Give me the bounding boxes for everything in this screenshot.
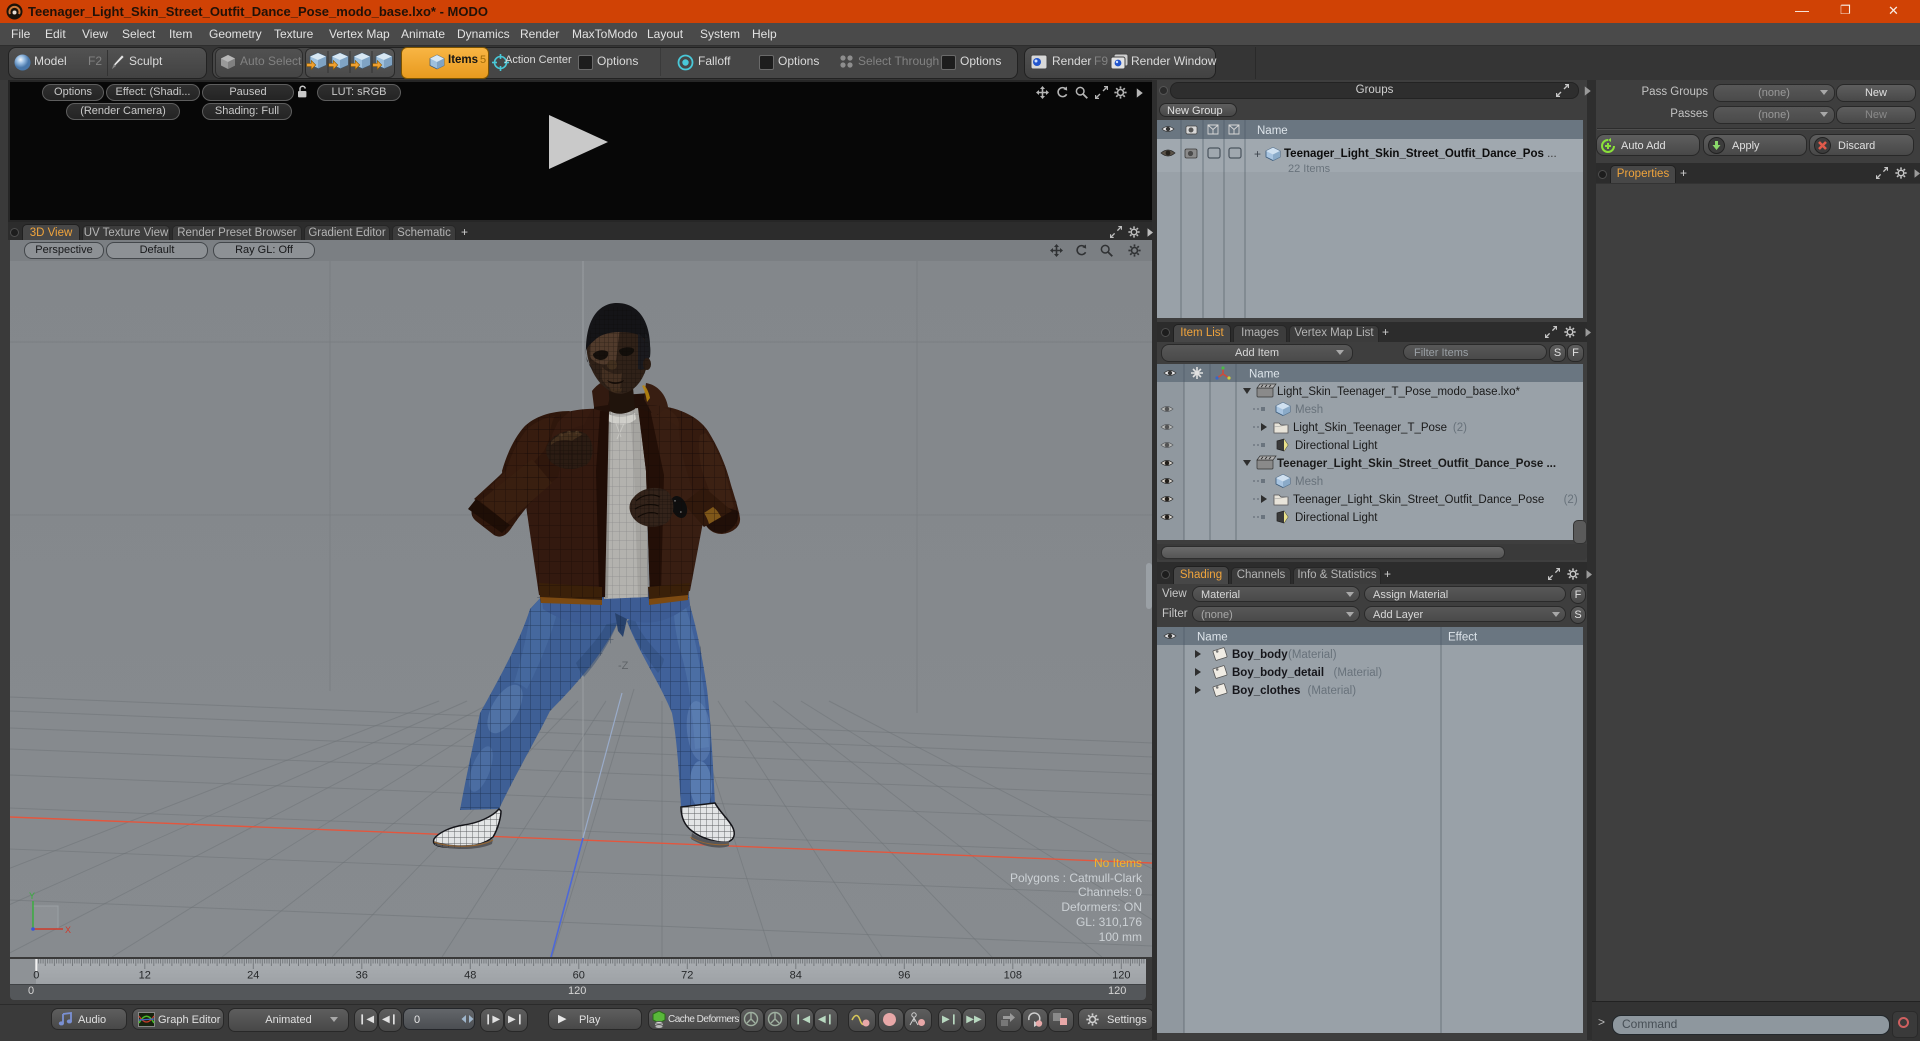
svg-text:Directional Light: Directional Light — [1295, 440, 1378, 452]
svg-text:Light_Skin_Teenager_T_Pose_mod: Light_Skin_Teenager_T_Pose_modo_base.lxo… — [1277, 386, 1520, 398]
svg-text:Light_Skin_Teenager_T_Pose: Light_Skin_Teenager_T_Pose — [1293, 422, 1447, 434]
svg-text:Deformers: ON: Deformers: ON — [1061, 900, 1142, 914]
svg-text:60: 60 — [573, 970, 585, 982]
svg-text:Channels: 0: Channels: 0 — [1078, 885, 1142, 899]
svg-text:Teenager_Light_Skin_Street_Out: Teenager_Light_Skin_Street_Outfit_Dance_… — [1284, 148, 1557, 160]
svg-text:Name: Name — [1257, 125, 1288, 137]
svg-text:72: 72 — [681, 970, 693, 982]
svg-text:Boy_clothes: Boy_clothes — [1232, 685, 1300, 697]
svg-text:-Z: -Z — [618, 660, 629, 672]
svg-text:(2): (2) — [1564, 494, 1578, 506]
svg-text:Y: Y — [29, 891, 35, 901]
svg-text:108: 108 — [1004, 970, 1022, 982]
svg-text:+: + — [1254, 147, 1261, 161]
svg-text:48: 48 — [464, 970, 476, 982]
svg-text:(2): (2) — [1453, 422, 1467, 434]
svg-text:0: 0 — [33, 970, 39, 982]
svg-text:(Material): (Material) — [1288, 649, 1337, 661]
svg-text:(Material): (Material) — [1334, 667, 1383, 679]
svg-text:12: 12 — [139, 970, 151, 982]
svg-text:Directional Light: Directional Light — [1295, 512, 1378, 524]
svg-text:22 Items: 22 Items — [1288, 163, 1331, 175]
svg-text:Polygons : Catmull-Clark: Polygons : Catmull-Clark — [1010, 871, 1143, 885]
svg-text:120: 120 — [1112, 970, 1130, 982]
svg-text:X: X — [65, 925, 71, 935]
svg-text:Teenager_Light_Skin_Street_Out: Teenager_Light_Skin_Street_Outfit_Dance_… — [1277, 458, 1556, 470]
svg-text:Effect: Effect — [1448, 632, 1478, 644]
svg-text:Boy_body: Boy_body — [1232, 649, 1288, 661]
svg-text:Teenager_Light_Skin_Street_Out: Teenager_Light_Skin_Street_Outfit_Dance_… — [1293, 494, 1544, 506]
svg-text:96: 96 — [898, 970, 910, 982]
svg-text:(Material): (Material) — [1308, 685, 1357, 697]
svg-text:No Items: No Items — [1094, 856, 1142, 870]
svg-text:84: 84 — [790, 970, 802, 982]
svg-text:Mesh: Mesh — [1295, 476, 1323, 488]
svg-text:Name: Name — [1249, 369, 1280, 381]
svg-text:24: 24 — [247, 970, 259, 982]
svg-text:Boy_body_detail: Boy_body_detail — [1232, 667, 1324, 679]
svg-text:Mesh: Mesh — [1295, 404, 1323, 416]
svg-text:100 mm: 100 mm — [1099, 930, 1142, 944]
svg-text:GL: 310,176: GL: 310,176 — [1076, 915, 1142, 929]
svg-text:36: 36 — [356, 970, 368, 982]
svg-text:Name: Name — [1197, 632, 1228, 644]
